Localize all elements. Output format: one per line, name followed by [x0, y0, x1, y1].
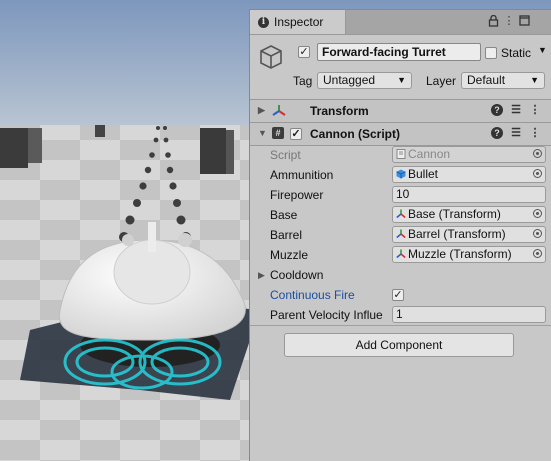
kebab-icon[interactable]: ⋮	[529, 104, 541, 116]
parent-velocity-field[interactable]: 1	[392, 306, 546, 323]
help-icon[interactable]: ?	[491, 127, 503, 139]
layer-dropdown[interactable]: Default ▼	[461, 72, 545, 89]
barrel-label: Barrel	[270, 228, 303, 242]
divider	[250, 325, 551, 326]
chevron-down-icon: ▼	[397, 75, 406, 85]
active-checkbox[interactable]: ✓	[298, 46, 310, 58]
ammunition-value: Bullet	[408, 167, 439, 181]
layer-label: Layer	[426, 74, 457, 88]
kebab-icon[interactable]: ⋮	[529, 127, 541, 139]
firepower-label: Firepower	[270, 188, 324, 202]
preset-sliders-icon[interactable]: ☰	[510, 104, 522, 116]
script-label: Script	[270, 148, 301, 162]
tag-label: Tag	[293, 74, 313, 88]
ammunition-field[interactable]: Bullet	[392, 166, 546, 183]
script-icon: #	[272, 127, 284, 139]
preset-sliders-icon[interactable]: ☰	[510, 127, 522, 139]
chevron-down-icon: ▼	[530, 75, 539, 85]
inspector-window: i Inspector ⋮ ✓ Forward-facing Turret St…	[249, 9, 551, 461]
object-picker-icon[interactable]	[533, 209, 542, 218]
static-checkbox[interactable]	[485, 47, 497, 59]
barrel-value: Barrel (Transform)	[408, 227, 506, 241]
lock-icon[interactable]	[487, 14, 499, 27]
object-picker-icon[interactable]	[533, 229, 542, 238]
transform-component-header[interactable]: ▶ Transform ? ☰ ⋮	[250, 100, 551, 123]
parent-velocity-label: Parent Velocity Influe	[270, 308, 383, 322]
info-icon: i	[258, 16, 269, 28]
muzzle-label: Muzzle	[270, 248, 309, 262]
object-picker-icon[interactable]	[533, 169, 542, 178]
cannon-enabled-checkbox[interactable]: ✓	[290, 128, 302, 140]
ammunition-label: Ammunition	[270, 168, 334, 182]
object-picker-icon[interactable]	[533, 249, 542, 258]
transform-icon	[272, 104, 286, 120]
static-dropdown-caret-icon[interactable]: ▼	[538, 45, 547, 55]
layer-value: Default	[467, 73, 506, 87]
tag-value: Untagged	[323, 73, 376, 87]
tag-dropdown[interactable]: Untagged ▼	[317, 72, 412, 89]
transform-icon	[396, 249, 406, 259]
base-field[interactable]: Base (Transform)	[392, 206, 546, 223]
transform-header-icons: ? ☰ ⋮	[491, 104, 551, 118]
continuous-fire-checkbox[interactable]: ✓	[392, 289, 404, 301]
help-icon[interactable]: ?	[491, 104, 503, 116]
base-value: Base (Transform)	[408, 207, 501, 221]
script-file-icon	[396, 149, 406, 159]
object-picker-icon	[533, 149, 542, 158]
maximize-icon[interactable]	[518, 15, 530, 27]
gameobject-cube-icon	[259, 44, 283, 73]
script-field: Cannon	[392, 146, 546, 163]
script-value: Cannon	[408, 147, 451, 161]
cannon-properties: Script Cannon Ammunition Bullet Firepowe…	[250, 143, 551, 323]
gameobject-name-field[interactable]: Forward-facing Turret	[317, 43, 481, 61]
transform-icon	[396, 229, 406, 239]
inspector-tab-bar: i Inspector ⋮	[250, 10, 551, 35]
transform-icon	[396, 209, 406, 219]
prefab-cube-icon	[396, 169, 406, 179]
tab-label: Inspector	[274, 15, 324, 29]
muzzle-value: Muzzle (Transform)	[408, 247, 512, 261]
cooldown-label[interactable]: Cooldown	[270, 268, 323, 282]
continuous-fire-label: Continuous Fire	[270, 288, 355, 302]
add-component-button[interactable]: Add Component	[284, 333, 514, 357]
fold-arrow-icon[interactable]: ▶	[258, 105, 265, 116]
static-label: Static	[501, 46, 532, 60]
barrel-field[interactable]: Barrel (Transform)	[392, 226, 546, 243]
fold-arrow-icon[interactable]: ▶	[258, 270, 265, 281]
tab-inspector[interactable]: i Inspector	[250, 10, 346, 34]
kebab-icon[interactable]: ⋮	[503, 15, 515, 27]
cannon-header-icons: ? ☰ ⋮	[491, 127, 551, 141]
muzzle-field[interactable]: Muzzle (Transform)	[392, 246, 546, 263]
gameobject-header: ✓ Forward-facing Turret Static ▼ Tag Unt…	[250, 35, 551, 100]
cannon-title: Cannon (Script)	[310, 127, 400, 141]
firepower-field[interactable]: 10	[392, 186, 546, 203]
base-label: Base	[270, 208, 298, 222]
transform-title: Transform	[310, 104, 369, 118]
fold-arrow-down-icon[interactable]: ▼	[258, 128, 267, 138]
